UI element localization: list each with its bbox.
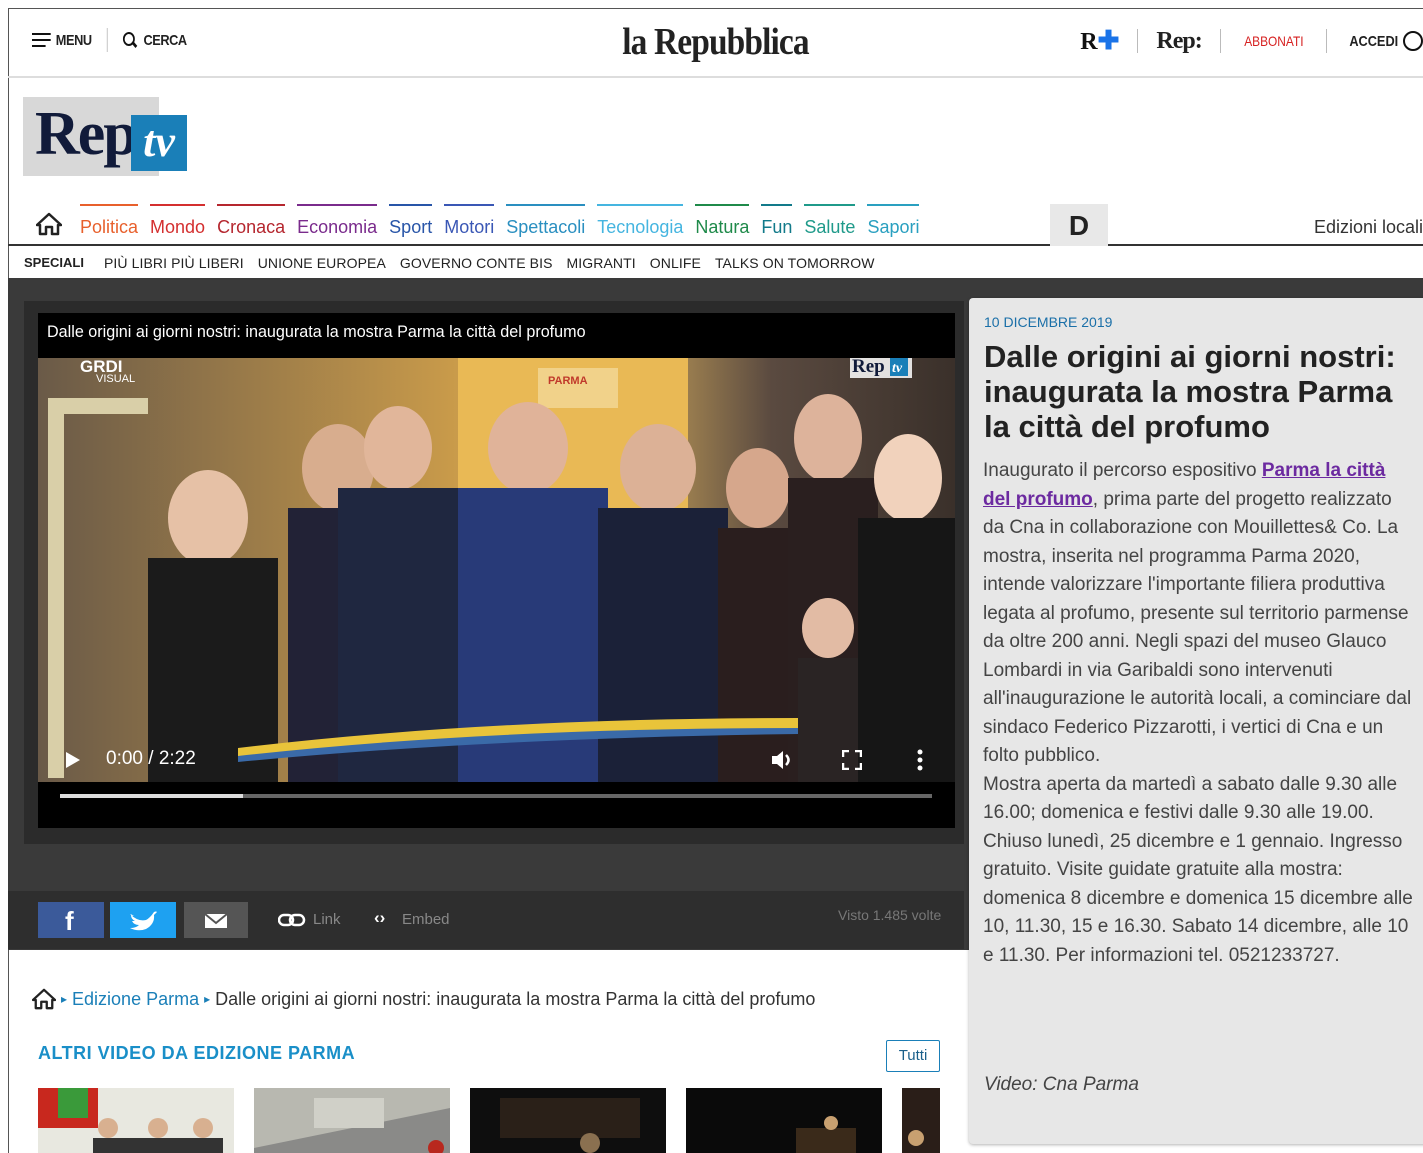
article-date: 10 DICEMBRE 2019	[984, 314, 1113, 330]
speciali-item[interactable]: MIGRANTI	[567, 255, 636, 271]
article-body-intro: Inaugurato il percorso espositivo	[983, 460, 1262, 481]
video-thumbnail[interactable]	[254, 1084, 450, 1153]
user-icon[interactable]	[1403, 31, 1423, 51]
video-sign-text: PARMA	[548, 375, 588, 387]
video-thumbnail[interactable]	[686, 1084, 882, 1153]
divider	[1137, 29, 1139, 53]
video-credit: Video: Cna Parma	[984, 1074, 1139, 1095]
divider	[1219, 29, 1221, 53]
link-icon[interactable]	[278, 913, 306, 927]
reptv-logo[interactable]: Rep tv	[23, 97, 187, 176]
section-list: Politica Mondo Cronaca Economia Sport Motori S…	[80, 204, 931, 238]
video-watermark-tv: tv	[892, 361, 903, 376]
section-tecnologia[interactable]: Tecnologia	[597, 204, 684, 238]
plus-icon: ✚	[1097, 26, 1120, 55]
video-frame-image[interactable]: PARMA GRDI VISUAL Rep tv	[38, 358, 955, 782]
speciali-bar: SPECIALI PIÙ LIBRI PIÙ LIBERI UNIONE EUR…	[24, 255, 889, 271]
email-icon	[204, 913, 228, 928]
email-share-button[interactable]	[184, 902, 248, 938]
video-time: 0:00 / 2:22	[106, 748, 196, 769]
speciali-item[interactable]: PIÙ LIBRI PIÙ LIBERI	[104, 255, 244, 271]
accedi-button[interactable]: ACCEDI	[1350, 33, 1399, 50]
section-motori[interactable]: Motori	[444, 204, 495, 238]
video-progress-fill	[60, 794, 244, 798]
home-icon[interactable]	[36, 212, 62, 236]
video-thumbnail[interactable]	[902, 1084, 940, 1153]
video-watermark-rep: Rep	[852, 358, 885, 377]
section-economia[interactable]: Economia	[297, 204, 378, 238]
facebook-share-button[interactable]: f	[38, 902, 104, 938]
d-magazine-link[interactable]: D	[1050, 204, 1108, 246]
section-politica[interactable]: Politica	[80, 204, 139, 238]
menu-button[interactable]: MENU	[56, 32, 92, 49]
section-fun[interactable]: Fun	[761, 204, 793, 238]
breadcrumb: ▸ Edizione Parma ▸ Dalle origini ai gior…	[32, 988, 815, 1010]
tutti-button[interactable]: Tutti	[886, 1040, 940, 1072]
speciali-label: SPECIALI	[24, 255, 84, 270]
rep-link[interactable]: Rep:	[1156, 28, 1202, 55]
breadcrumb-arrow-icon: ▸	[204, 992, 211, 1006]
video-watermark-left-sub: VISUAL	[96, 373, 135, 385]
view-count: Visto 1.485 volte	[838, 907, 942, 923]
article-body-info: Mostra aperta da martedì a sabato dalle …	[983, 773, 1413, 966]
edizioni-locali-link[interactable]: Edizioni locali	[1314, 217, 1423, 238]
speciali-item[interactable]: ONLIFE	[650, 255, 701, 271]
video-thumbnail[interactable]	[38, 1084, 234, 1153]
twitter-share-button[interactable]	[110, 902, 176, 938]
section-cronaca[interactable]: Cronaca	[217, 204, 286, 238]
play-icon[interactable]	[66, 752, 80, 768]
speciali-item[interactable]: UNIONE EUROPEA	[258, 255, 386, 271]
top-right-controls: R✚ Rep: ABBONATI ACCEDI	[1080, 26, 1423, 56]
top-bar: MENU CERCA la Repubblica R✚ Rep: ABBONAT…	[8, 8, 1423, 78]
speciali-item[interactable]: GOVERNO CONTE BIS	[400, 255, 553, 271]
more-options-icon[interactable]	[916, 748, 924, 772]
video-progress-bar[interactable]	[60, 794, 932, 798]
rplus-link[interactable]: R✚	[1080, 26, 1119, 56]
article-title: Dalle origini ai giorni nostri: inaugura…	[984, 339, 1396, 444]
section-sapori[interactable]: Sapori	[867, 204, 920, 238]
breadcrumb-current: Dalle origini ai giorni nostri: inaugura…	[215, 988, 816, 1009]
section-mondo[interactable]: Mondo	[150, 204, 206, 238]
link-button[interactable]: Link	[313, 911, 341, 928]
divider	[1326, 29, 1328, 53]
section-salute[interactable]: Salute	[804, 204, 856, 238]
reptv-logo-rep: Rep	[35, 100, 138, 168]
menu-icon[interactable]	[32, 33, 51, 47]
facebook-icon: f	[65, 906, 74, 936]
section-nav: Politica Mondo Cronaca Economia Sport Motori S…	[8, 204, 1423, 246]
section-natura[interactable]: Natura	[695, 204, 750, 238]
breadcrumb-edition-link[interactable]: Edizione Parma	[72, 989, 199, 1010]
video-thumbnail[interactable]	[470, 1084, 666, 1153]
embed-button[interactable]: Embed	[402, 911, 450, 928]
twitter-icon	[130, 911, 157, 931]
volume-icon[interactable]	[772, 750, 796, 770]
breadcrumb-home-icon[interactable]	[32, 988, 56, 1010]
svg-text:f: f	[65, 906, 74, 936]
video-title-overlay: Dalle origini ai giorni nostri: inaugura…	[47, 322, 586, 341]
section-sport[interactable]: Sport	[389, 204, 433, 238]
fullscreen-icon[interactable]	[842, 750, 862, 770]
section-spettacoli[interactable]: Spettacoli	[506, 204, 586, 238]
article-body: Inaugurato il percorso espositivo Parma …	[983, 457, 1415, 970]
embed-icon[interactable]: ‹›	[374, 908, 385, 928]
abbonati-link[interactable]: ABBONATI	[1244, 33, 1303, 49]
article-body-text: , prima parte del progetto realizzato da…	[983, 488, 1412, 767]
reptv-logo-tv: tv	[131, 115, 187, 171]
breadcrumb-arrow-icon: ▸	[61, 992, 68, 1006]
altri-video-heading: ALTRI VIDEO DA EDIZIONE PARMA	[38, 1043, 356, 1063]
speciali-item[interactable]: TALKS ON TOMORROW	[715, 255, 875, 271]
